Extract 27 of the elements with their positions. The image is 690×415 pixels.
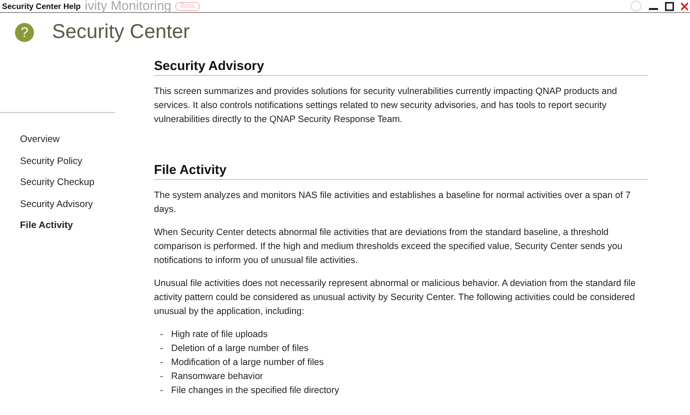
paragraph: This screen summarizes and provides solutions for security vulnerabilities currently impacting QNAP products and services. It also controls notifications settings related to new security advisories, and has tools to report security vulnerabilities directly to the QNAP Security Response Team. (154, 85, 618, 126)
section-heading: File Activity (154, 162, 648, 180)
paragraph: When Security Center detects abnormal file activities that are deviations from the standard baseline, a threshold comparison is performed. If the high and medium thresholds exceed the specified value, Security Center sends you notifications to inform you of unusual file activities. (154, 226, 624, 267)
background-window-title: ivity Monitoring (84, 0, 172, 12)
list-item: Modification of a large number of files (171, 356, 324, 369)
sidebar-item[interactable]: Security Checkup (0, 177, 140, 198)
help-icon: ? (15, 22, 34, 42)
sidebar-item[interactable]: Overview (0, 134, 140, 156)
bullet: - (160, 370, 164, 383)
bullet: - (160, 342, 164, 355)
list-item: High rate of file uploads (171, 328, 268, 341)
window-title: Security Center Help (2, 2, 81, 10)
paragraph: The system analyzes and monitors NAS file activities and establishes a baseline for normal activities over a span of 7 days. (154, 189, 632, 216)
sidebar-item[interactable]: File Activity (0, 220, 140, 242)
app-title: Security Center (52, 20, 190, 44)
bullet: - (160, 356, 164, 369)
bullet: - (160, 384, 164, 397)
bullet: - (160, 328, 164, 341)
sidebar-item[interactable]: Security Advisory (0, 198, 140, 220)
list-item: Ransomware behavior (171, 370, 263, 383)
sidebar-item[interactable]: Security Policy (0, 156, 140, 177)
paragraph: Unusual file activities does not necessarily represent abnormal or malicious behavior. A deviation from the standard file activity pattern could be considered as unusual activity by Security Center. The following activities could be considered unusual by the application, including: (154, 277, 637, 318)
list-item: File changes in the specified file directory (171, 384, 340, 397)
list-item: Deletion of a large number of files (171, 342, 308, 355)
maximize-icon[interactable] (665, 2, 674, 10)
section-heading: Security Advisory (154, 58, 648, 76)
close-icon[interactable] (681, 2, 688, 10)
